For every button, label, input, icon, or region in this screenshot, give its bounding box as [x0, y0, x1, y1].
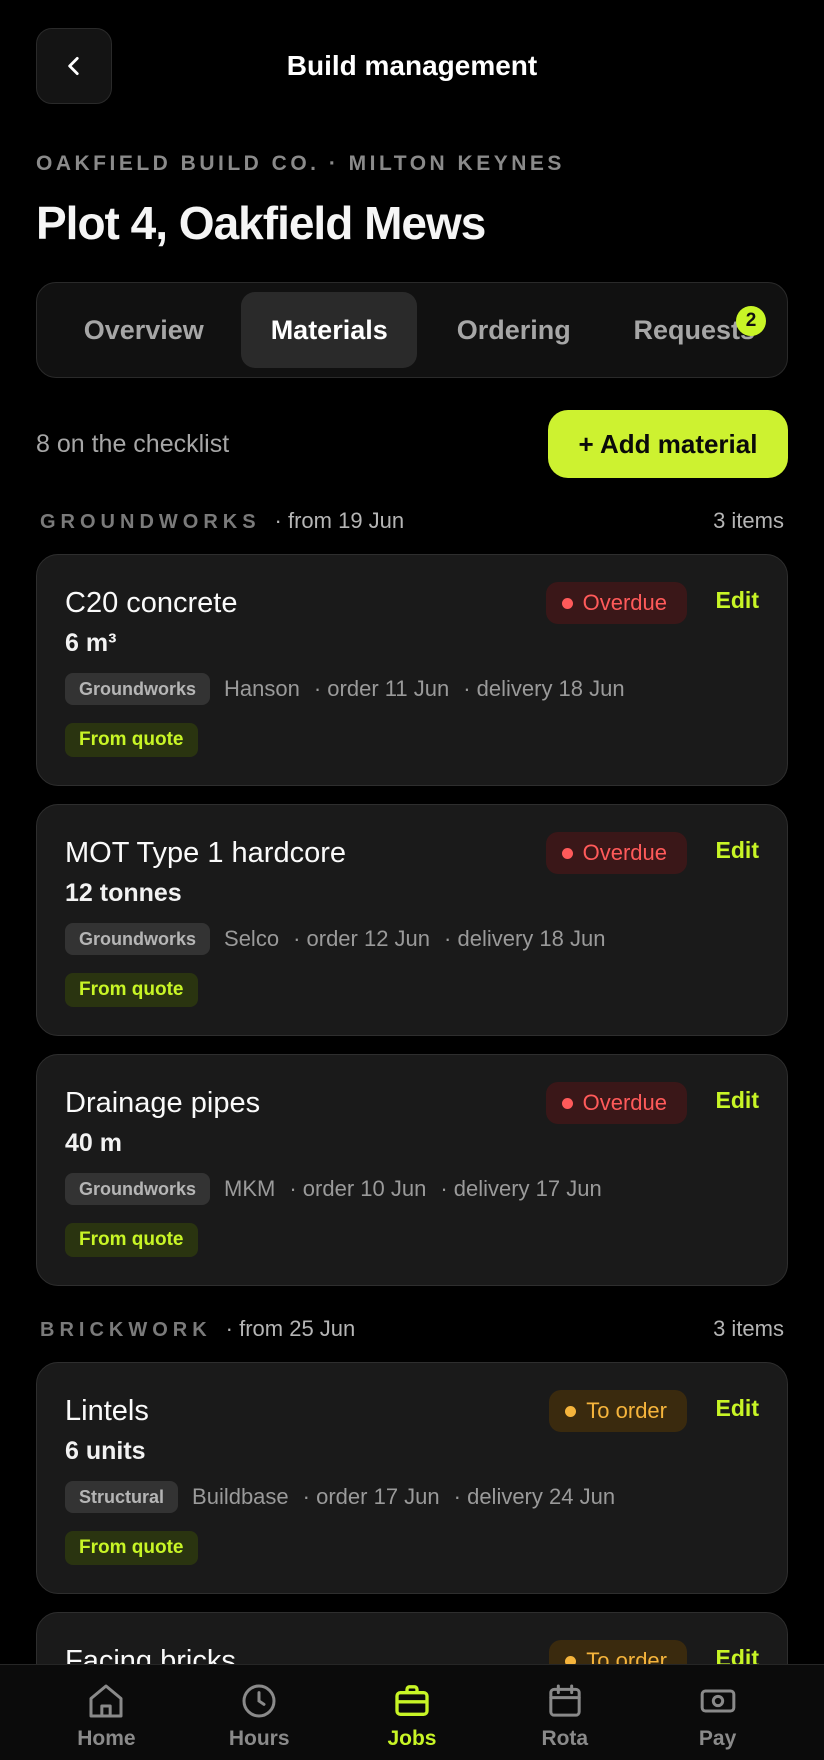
status-dot-icon	[561, 597, 573, 609]
back-button[interactable]	[36, 28, 112, 104]
tab-ordering[interactable]: Ordering	[417, 292, 610, 368]
checklist-summary-row: 8 on the checklist + Add material	[36, 410, 788, 478]
material-quantity: 6 m³	[65, 629, 117, 657]
section-start-date: · from 19 Jun	[274, 508, 405, 533]
supplier: Buildbase	[192, 1484, 289, 1509]
nav-jobs[interactable]: Jobs	[342, 1665, 482, 1760]
from-quote-tag: From quote	[65, 723, 198, 757]
supplier: Selco	[224, 926, 280, 951]
status-label: Overdue	[582, 1090, 667, 1115]
material-quantity: 40 m	[65, 1129, 122, 1157]
order-date: · order 10 Jun	[289, 1176, 427, 1201]
status-label: Overdue	[582, 590, 667, 615]
status-dot-icon	[565, 1405, 577, 1417]
tab-requests[interactable]: Requests 2	[610, 292, 778, 368]
status-badge: Overdue	[545, 832, 687, 874]
trade-tag: Groundworks	[65, 1173, 211, 1205]
nav-home[interactable]: Home	[36, 1665, 176, 1760]
edit-button[interactable]: Edit	[716, 1395, 759, 1422]
nav-pay[interactable]: Pay	[648, 1665, 788, 1760]
delivery-date: · delivery 17 Jun	[440, 1176, 602, 1201]
material-quantity: 6 units	[65, 1437, 146, 1465]
trade-tag: Groundworks	[65, 923, 211, 955]
material-card[interactable]: C20 concrete 6 m³ Overdue Edit Groundwor…	[36, 554, 788, 786]
delivery-date: · delivery 24 Jun	[453, 1484, 616, 1509]
status-badge: Overdue	[545, 1082, 687, 1124]
nav-hours[interactable]: Hours	[189, 1665, 329, 1760]
edit-button[interactable]: Edit	[716, 837, 759, 864]
nav-rota[interactable]: Rota	[495, 1665, 635, 1760]
delivery-date: · delivery 18 Jun	[444, 926, 606, 951]
section-header-brickwork: BRICKWORK · from 25 Jun 3 items	[40, 1316, 784, 1348]
material-card[interactable]: Drainage pipes 40 m Overdue Edit Groundw…	[36, 1054, 788, 1286]
section-name: BRICKWORK	[40, 1319, 212, 1341]
edit-button[interactable]: Edit	[716, 1087, 759, 1114]
status-label: To order	[586, 1398, 667, 1423]
add-material-button[interactable]: + Add material	[548, 410, 788, 478]
status-dot-icon	[561, 1097, 573, 1109]
page-title: Plot 4, Oakfield Mews	[36, 197, 486, 249]
nav-label: Jobs	[387, 1727, 437, 1750]
material-quantity: 12 tonnes	[65, 879, 182, 907]
cash-icon	[700, 1689, 735, 1713]
material-card[interactable]: MOT Type 1 hardcore 12 tonnes Overdue Ed…	[36, 804, 788, 1036]
order-date: · order 11 Jun	[313, 676, 450, 701]
from-quote-tag: From quote	[65, 1531, 198, 1565]
page-header-title: Build management	[286, 50, 538, 81]
bottom-nav: Home Hours Jobs Rota Pay	[0, 1664, 824, 1760]
status-badge: To order	[549, 1390, 687, 1432]
section-item-count: 3 items	[713, 1316, 784, 1341]
nav-label: Home	[77, 1727, 136, 1750]
trade-tag: Structural	[65, 1481, 179, 1513]
material-name: Drainage pipes	[65, 1087, 261, 1119]
from-quote-tag: From quote	[65, 973, 198, 1007]
section-header-groundworks: GROUNDWORKS · from 19 Jun 3 items	[40, 508, 784, 540]
clock-icon	[242, 1684, 276, 1718]
material-name: C20 concrete	[65, 587, 238, 619]
chevron-left-icon	[68, 57, 79, 75]
supplier: MKM	[224, 1176, 276, 1201]
top-bar: Build management	[36, 28, 788, 104]
from-quote-tag: From quote	[65, 1223, 198, 1257]
requests-count-badge: 2	[736, 306, 766, 336]
material-name: MOT Type 1 hardcore	[65, 837, 347, 869]
status-badge: Overdue	[545, 582, 687, 624]
material-card[interactable]: Lintels 6 units To order Edit Structural…	[36, 1362, 788, 1594]
home-icon	[89, 1684, 123, 1718]
order-date: · order 12 Jun	[293, 926, 431, 951]
section-item-count: 3 items	[713, 508, 784, 533]
status-label: Overdue	[582, 840, 667, 865]
briefcase-icon	[395, 1685, 429, 1716]
calendar-icon	[549, 1684, 581, 1717]
section-start-date: · from 25 Jun	[225, 1316, 356, 1341]
tab-overview[interactable]: Overview	[46, 292, 241, 368]
trade-tag: Groundworks	[65, 673, 211, 705]
nav-label: Pay	[698, 1727, 737, 1750]
company-subtitle: OAKFIELD BUILD CO. · MILTON KEYNES	[36, 152, 565, 175]
checklist-count: 8 on the checklist	[36, 430, 230, 458]
nav-label: Hours	[228, 1727, 290, 1750]
material-meta: Groundworks Selco · order 12 Jun · deliv…	[65, 923, 605, 955]
tab-bar: Overview Materials Ordering Requests 2	[36, 282, 788, 378]
material-meta: Groundworks MKM · order 10 Jun · deliver…	[65, 1173, 602, 1205]
supplier: Hanson	[224, 676, 300, 701]
material-meta: Groundworks Hanson · order 11 Jun · deli…	[65, 673, 625, 705]
order-date: · order 17 Jun	[302, 1484, 440, 1509]
edit-button[interactable]: Edit	[716, 587, 759, 614]
section-name: GROUNDWORKS	[40, 511, 261, 533]
status-dot-icon	[561, 847, 573, 859]
tab-materials[interactable]: Materials	[241, 292, 417, 368]
material-name: Lintels	[65, 1395, 149, 1427]
material-meta: Structural Buildbase · order 17 Jun · de…	[65, 1481, 615, 1513]
delivery-date: · delivery 18 Jun	[463, 676, 625, 701]
nav-label: Rota	[541, 1727, 589, 1750]
